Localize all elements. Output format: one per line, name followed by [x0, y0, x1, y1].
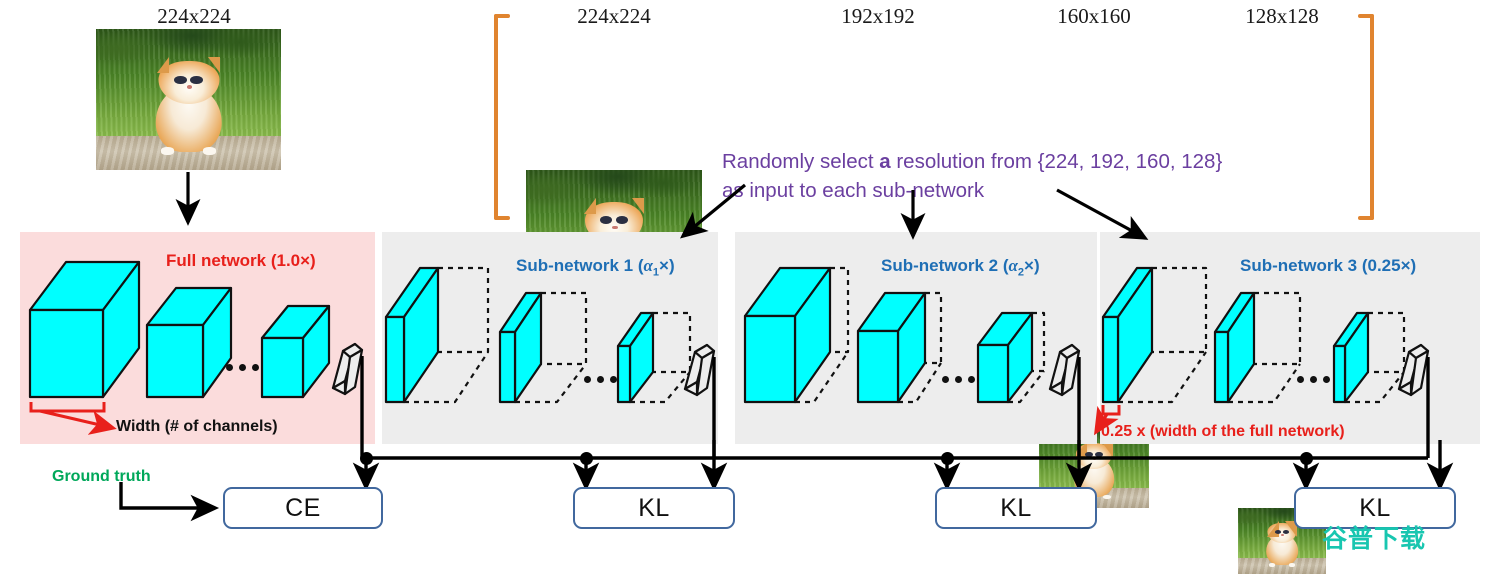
resolution-caption-line2: as input to each sub-network [722, 179, 985, 202]
width-annotation-label-sub3: 0.25 x (width of the full network) [1101, 423, 1345, 440]
panel-title-full-network: Full network (1.0×) [166, 251, 316, 270]
junction-dot-3 [941, 452, 954, 465]
input-image-full-network [96, 29, 281, 170]
ellipsis-icon-sub1 [584, 376, 617, 383]
input-resolution-label-192: 192x192 [841, 4, 915, 28]
loss-box-kl-1[interactable]: KL [573, 487, 735, 529]
resolution-caption-line1: Randomly select a resolution from {224, … [722, 148, 1222, 175]
input-resolution-label-full: 224x224 [157, 4, 231, 28]
loss-box-ce[interactable]: CE [223, 487, 383, 529]
caption-emphasis-a: a [879, 150, 891, 173]
input-resolution-label-128: 128x128 [1245, 4, 1319, 28]
caption-text-a: Randomly select [722, 150, 880, 173]
ground-truth-label: Ground truth [52, 468, 151, 485]
bracket-right-icon [1358, 14, 1374, 220]
sub2-title-prefix: Sub-network 2 ( [881, 256, 1009, 275]
panel-title-sub-network-1: Sub-network 1 (α1×) [516, 256, 675, 278]
junction-dot-4 [1300, 452, 1313, 465]
ellipsis-icon-sub2 [942, 376, 975, 383]
junction-dot-1 [360, 452, 373, 465]
sub2-title-suffix: ×) [1024, 256, 1040, 275]
input-resolution-label-224: 224x224 [577, 4, 651, 28]
sub1-alpha-symbol: α [643, 256, 653, 275]
bracket-left-icon [494, 14, 510, 220]
arrow-caption-to-sub3 [1056, 188, 1149, 240]
junction-dot-2 [580, 452, 593, 465]
input-resolution-label-160: 160x160 [1057, 4, 1131, 28]
panel-title-sub-network-2: Sub-network 2 (α2×) [881, 256, 1040, 278]
sub1-title-suffix: ×) [659, 256, 675, 275]
ellipsis-icon-full [226, 364, 259, 371]
watermark: 谷普下载 [1322, 524, 1427, 553]
width-annotation-label-full: Width (# of channels) [116, 418, 278, 435]
ellipsis-icon-sub3 [1297, 376, 1330, 383]
loss-box-kl-2[interactable]: KL [935, 487, 1097, 529]
panel-title-sub-network-3: Sub-network 3 (0.25×) [1240, 256, 1417, 275]
sub2-alpha-symbol: α [1008, 256, 1018, 275]
sub1-title-prefix: Sub-network 1 ( [516, 256, 644, 275]
caption-text-b: resolution from {224, 192, 160, 128} [890, 150, 1223, 173]
